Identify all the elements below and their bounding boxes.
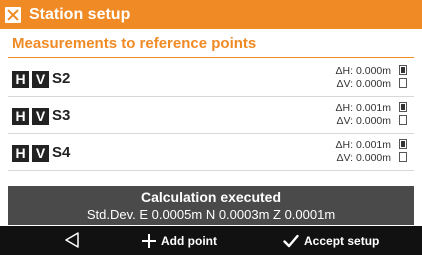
- delta-v-value: ΔV: 0.000m: [336, 78, 391, 90]
- use-h-checkbox[interactable]: [399, 65, 407, 75]
- delta-h-value: ΔH: 0.000m: [335, 65, 391, 77]
- point-name: S2: [52, 70, 71, 87]
- app-logo-icon: [5, 6, 21, 23]
- use-v-checkbox[interactable]: [399, 78, 407, 88]
- use-h-checkbox[interactable]: [399, 102, 407, 112]
- station-setup-screen: Station setup Measurements to reference …: [0, 0, 422, 255]
- calculation-status: Calculation executed: [140, 189, 282, 205]
- section-heading: Measurements to reference points: [12, 35, 257, 52]
- plus-icon: [142, 233, 156, 248]
- title-bar: Station setup: [0, 0, 422, 29]
- delta-h-value: ΔH: 0.001m: [335, 139, 391, 151]
- use-h-checkbox[interactable]: [399, 139, 407, 149]
- bottom-action-bar: Add point Accept setup: [0, 226, 422, 255]
- back-triangle-icon: [65, 232, 79, 248]
- vertical-badge: V: [32, 108, 49, 125]
- reference-point-row-s4[interactable]: H V S4 ΔH: 0.001m ΔV: 0.000m: [8, 134, 414, 171]
- standard-deviation: Std.Dev. E 0.0005m N 0.0003m Z 0.0001m: [86, 207, 336, 222]
- calculation-banner: Calculation executed Std.Dev. E 0.0005m …: [8, 186, 414, 225]
- use-v-checkbox[interactable]: [399, 115, 407, 125]
- add-point-label: Add point: [161, 233, 217, 248]
- back-button[interactable]: [60, 230, 84, 250]
- delta-v-value: ΔV: 0.000m: [336, 152, 391, 164]
- add-point-button[interactable]: Add point: [142, 226, 217, 255]
- vertical-badge: V: [32, 145, 49, 162]
- reference-point-row-s2[interactable]: H V S2 ΔH: 0.000m ΔV: 0.000m: [8, 60, 414, 97]
- accept-setup-button[interactable]: Accept setup: [283, 226, 379, 255]
- point-name: S3: [52, 107, 71, 124]
- check-icon: [283, 234, 299, 247]
- accept-setup-label: Accept setup: [304, 233, 380, 248]
- reference-point-row-s3[interactable]: H V S3 ΔH: 0.001m ΔV: 0.000m: [8, 97, 414, 134]
- point-name: S4: [52, 144, 71, 161]
- horizontal-badge: H: [12, 145, 29, 162]
- horizontal-badge: H: [12, 71, 29, 88]
- vertical-badge: V: [32, 71, 49, 88]
- use-v-checkbox[interactable]: [399, 152, 407, 162]
- section-divider: [8, 57, 414, 58]
- window-title: Station setup: [29, 5, 131, 23]
- delta-h-value: ΔH: 0.001m: [335, 102, 391, 114]
- horizontal-badge: H: [12, 108, 29, 125]
- delta-v-value: ΔV: 0.000m: [336, 115, 391, 127]
